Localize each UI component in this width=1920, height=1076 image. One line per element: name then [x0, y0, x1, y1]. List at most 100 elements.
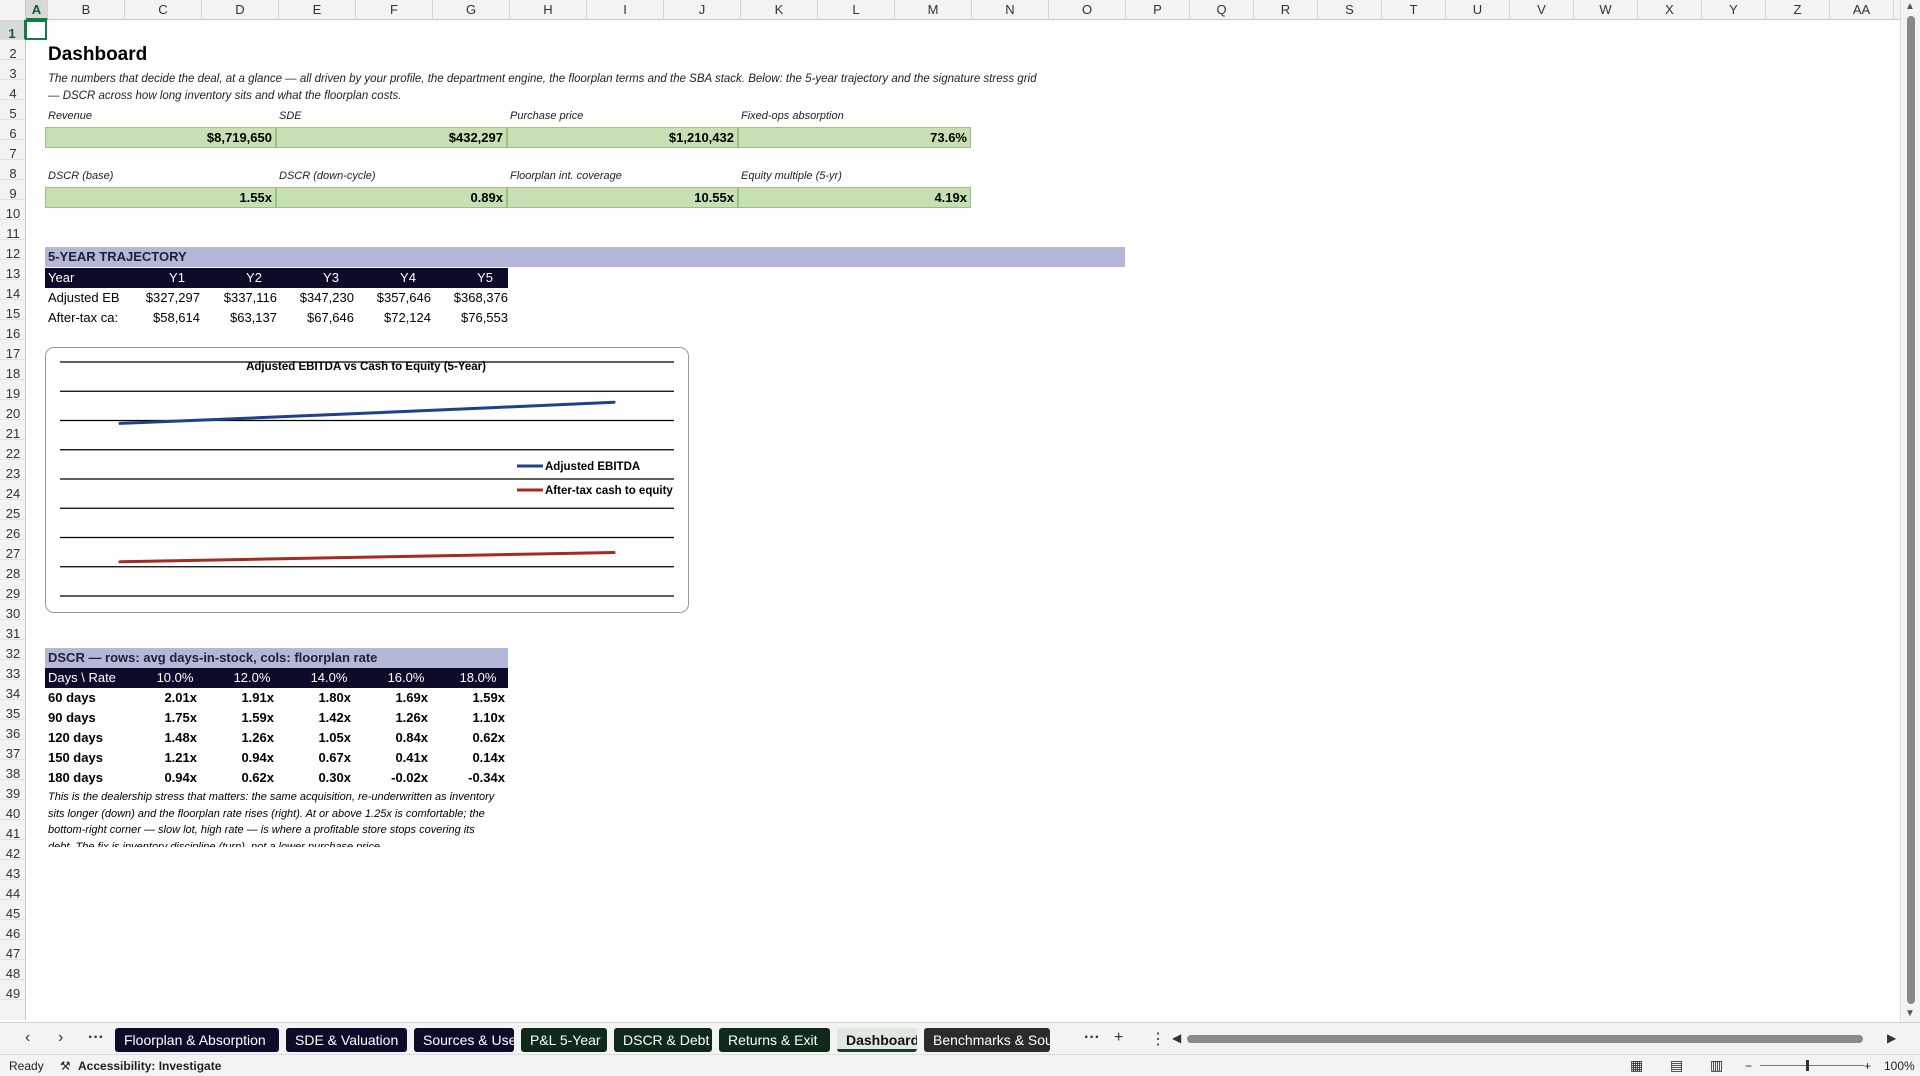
- stress-cell[interactable]: 1.10x: [472, 708, 505, 728]
- row-header-5[interactable]: 5: [0, 100, 25, 121]
- stress-cell[interactable]: 1.59x: [472, 688, 505, 708]
- trajectory-cell[interactable]: $327,297: [146, 288, 200, 308]
- column-header-q[interactable]: Q: [1190, 0, 1254, 20]
- page-break-preview-icon[interactable]: ▥: [1710, 1057, 1723, 1074]
- stress-cell[interactable]: -0.34x: [468, 768, 505, 788]
- zoom-slider-track[interactable]: [1760, 1065, 1864, 1066]
- column-header-d[interactable]: D: [202, 0, 279, 20]
- column-header-o[interactable]: O: [1049, 0, 1126, 20]
- select-all-corner[interactable]: [0, 0, 26, 20]
- column-header-a[interactable]: A: [26, 0, 48, 20]
- column-header-g[interactable]: G: [433, 0, 510, 20]
- stress-cell[interactable]: 1.75x: [164, 708, 197, 728]
- page-layout-icon[interactable]: ▤: [1670, 1057, 1683, 1074]
- stress-row-label[interactable]: 150 days: [48, 748, 103, 768]
- row-header-30[interactable]: 30: [0, 600, 25, 621]
- row-header-26[interactable]: 26: [0, 520, 25, 541]
- row-header-41[interactable]: 41: [0, 820, 25, 841]
- sheet-tab-benchmarks-sou[interactable]: Benchmarks & Sou: [924, 1028, 1050, 1052]
- add-sheet-button[interactable]: +: [1114, 1029, 1123, 1047]
- column-header-m[interactable]: M: [895, 0, 972, 20]
- stress-row-label[interactable]: 60 days: [48, 688, 96, 708]
- row-header-37[interactable]: 37: [0, 740, 25, 761]
- column-header-i[interactable]: I: [587, 0, 664, 20]
- row-header-43[interactable]: 43: [0, 860, 25, 881]
- row-header-6[interactable]: 6: [0, 120, 25, 141]
- stress-cell[interactable]: 0.62x: [241, 768, 274, 788]
- column-header-u[interactable]: U: [1446, 0, 1510, 20]
- stress-cell[interactable]: 0.94x: [241, 748, 274, 768]
- row-header-9[interactable]: 9: [0, 180, 25, 201]
- vertical-scrollbar[interactable]: ▲ ▼: [1900, 0, 1920, 1022]
- hscroll-left-icon[interactable]: ◀: [1172, 1031, 1181, 1045]
- column-header-w[interactable]: W: [1574, 0, 1638, 20]
- tabs-overflow-right-icon[interactable]: ···: [1084, 1029, 1100, 1047]
- row-header-12[interactable]: 12: [0, 240, 25, 261]
- row-header-34[interactable]: 34: [0, 680, 25, 701]
- row-header-42[interactable]: 42: [0, 840, 25, 861]
- column-header-r[interactable]: R: [1254, 0, 1318, 20]
- stress-cell[interactable]: 1.42x: [318, 708, 351, 728]
- row-header-48[interactable]: 48: [0, 960, 25, 981]
- sheet-tab-returns-exit[interactable]: Returns & Exit: [719, 1028, 830, 1052]
- stress-row-label[interactable]: 120 days: [48, 728, 103, 748]
- row-header-10[interactable]: 10: [0, 200, 25, 221]
- stress-cell[interactable]: 1.05x: [318, 728, 351, 748]
- row-header-3[interactable]: 3: [0, 60, 25, 81]
- trajectory-row-label[interactable]: After-tax ca:: [48, 308, 118, 328]
- row-header-29[interactable]: 29: [0, 580, 25, 601]
- sheet-tab-sources-uses[interactable]: Sources & Uses: [414, 1028, 514, 1052]
- stress-cell[interactable]: 1.69x: [395, 688, 428, 708]
- row-header-24[interactable]: 24: [0, 480, 25, 501]
- stress-cell[interactable]: 0.84x: [395, 728, 428, 748]
- kpi-value-floorplan-coverage[interactable]: 10.55x: [507, 187, 738, 208]
- row-header-39[interactable]: 39: [0, 780, 25, 801]
- row-header-40[interactable]: 40: [0, 800, 25, 821]
- stress-cell[interactable]: 0.14x: [472, 748, 505, 768]
- row-header-15[interactable]: 15: [0, 300, 25, 321]
- scroll-up-icon[interactable]: ▲: [1905, 1, 1915, 12]
- row-header-27[interactable]: 27: [0, 540, 25, 561]
- stress-cell[interactable]: 1.80x: [318, 688, 351, 708]
- row-header-47[interactable]: 47: [0, 940, 25, 961]
- row-header-16[interactable]: 16: [0, 320, 25, 341]
- zoom-level[interactable]: 100%: [1884, 1059, 1915, 1073]
- sheet-tab-floorplan-absorption[interactable]: Floorplan & Absorption: [115, 1028, 279, 1052]
- row-header-11[interactable]: 11: [0, 220, 25, 241]
- column-header-v[interactable]: V: [1510, 0, 1574, 20]
- row-header-20[interactable]: 20: [0, 400, 25, 421]
- kpi-value-dscr-base[interactable]: 1.55x: [45, 187, 276, 208]
- stress-cell[interactable]: 1.26x: [241, 728, 274, 748]
- trajectory-row-label[interactable]: Adjusted EB: [48, 288, 120, 308]
- kpi-value-dscr-downcycle[interactable]: 0.89x: [276, 187, 507, 208]
- column-header-y[interactable]: Y: [1702, 0, 1766, 20]
- row-header-45[interactable]: 45: [0, 900, 25, 921]
- horizontal-scroll-thumb[interactable]: [1187, 1035, 1863, 1043]
- row-header-14[interactable]: 14: [0, 280, 25, 301]
- sheet-tab-sde-valuation[interactable]: SDE & Valuation: [286, 1028, 407, 1052]
- trajectory-cell[interactable]: $58,614: [153, 308, 200, 328]
- trajectory-cell[interactable]: $67,646: [307, 308, 354, 328]
- column-header-h[interactable]: H: [510, 0, 587, 20]
- stress-cell[interactable]: 1.48x: [164, 728, 197, 748]
- scroll-down-icon[interactable]: ▼: [1905, 1008, 1915, 1019]
- kpi-value-revenue[interactable]: $8,719,650: [45, 127, 276, 148]
- kpi-value-sde[interactable]: $432,297: [276, 127, 507, 148]
- row-header-23[interactable]: 23: [0, 460, 25, 481]
- row-header-13[interactable]: 13: [0, 260, 25, 281]
- stress-cell[interactable]: 1.21x: [164, 748, 197, 768]
- row-header-2[interactable]: 2: [0, 40, 25, 61]
- row-header-46[interactable]: 46: [0, 920, 25, 941]
- tab-options-icon[interactable]: ⋮: [1150, 1029, 1166, 1049]
- row-header-18[interactable]: 18: [0, 360, 25, 381]
- row-header-28[interactable]: 28: [0, 560, 25, 581]
- column-header-z[interactable]: Z: [1766, 0, 1830, 20]
- row-header-49[interactable]: 49: [0, 980, 25, 1001]
- column-header-n[interactable]: N: [972, 0, 1049, 20]
- row-header-25[interactable]: 25: [0, 500, 25, 521]
- sheet-tab-p-l-5-year[interactable]: P&L 5-Year: [521, 1028, 607, 1052]
- active-cell-indicator[interactable]: [25, 20, 47, 40]
- stress-cell[interactable]: 1.91x: [241, 688, 274, 708]
- stress-cell[interactable]: 1.26x: [395, 708, 428, 728]
- row-header-31[interactable]: 31: [0, 620, 25, 641]
